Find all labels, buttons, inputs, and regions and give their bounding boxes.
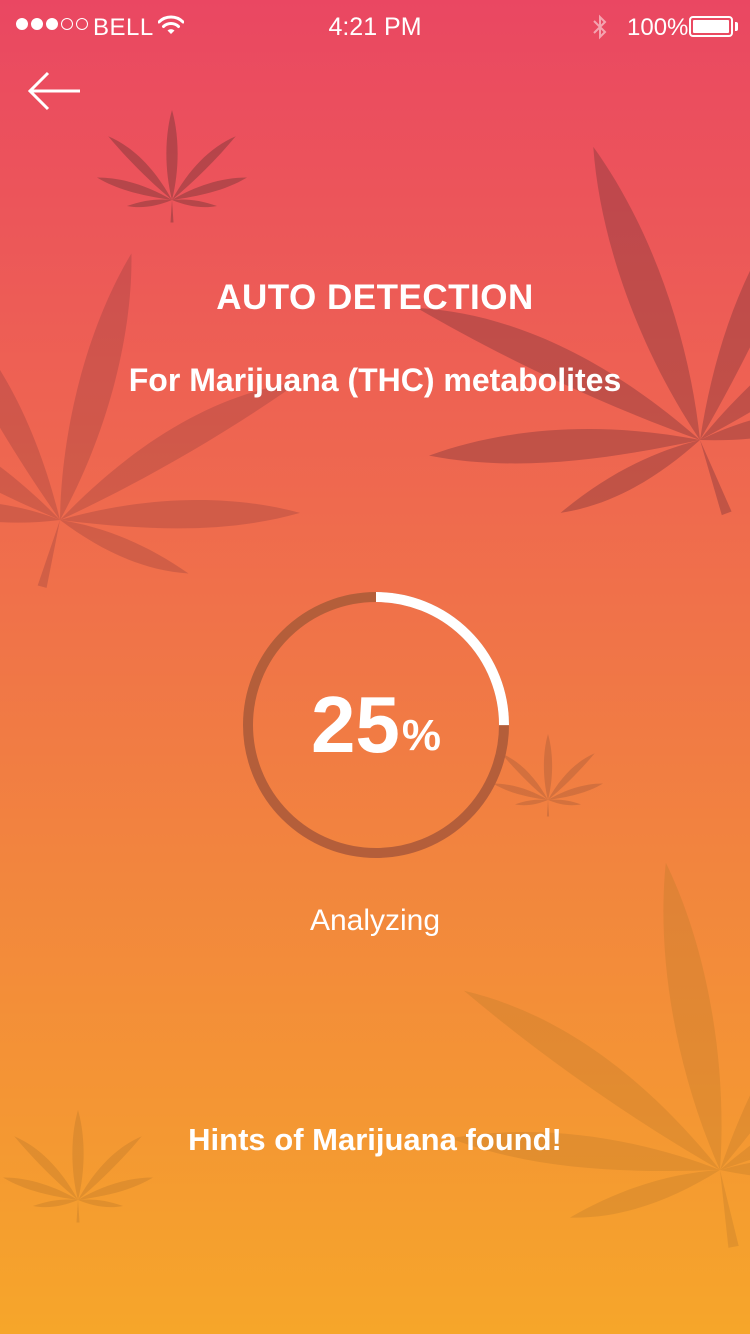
- bluetooth-icon: [592, 13, 608, 48]
- progress-unit: %: [401, 711, 442, 760]
- status-bar: BELL 4:21 PM 100%: [0, 0, 750, 54]
- leaf-icon: [97, 110, 247, 223]
- arrow-left-icon: [27, 71, 80, 111]
- leaf-icon: [348, 57, 750, 603]
- progress-status-label: Analyzing: [309, 904, 441, 937]
- leaf-icon: [0, 193, 354, 647]
- leaf-icon: [409, 817, 750, 1292]
- page-subtitle: For Marijuana (THC) metabolites: [128, 362, 622, 398]
- page-title: AUTO DETECTION: [216, 278, 534, 317]
- progress-ring: 25 %: [241, 590, 511, 860]
- battery-icon: [689, 16, 733, 37]
- back-button[interactable]: [24, 66, 88, 116]
- result-message: Hints of Marijuana found!: [188, 1122, 562, 1157]
- progress-value: 25: [310, 680, 400, 769]
- battery-percentage: 100%: [627, 14, 689, 41]
